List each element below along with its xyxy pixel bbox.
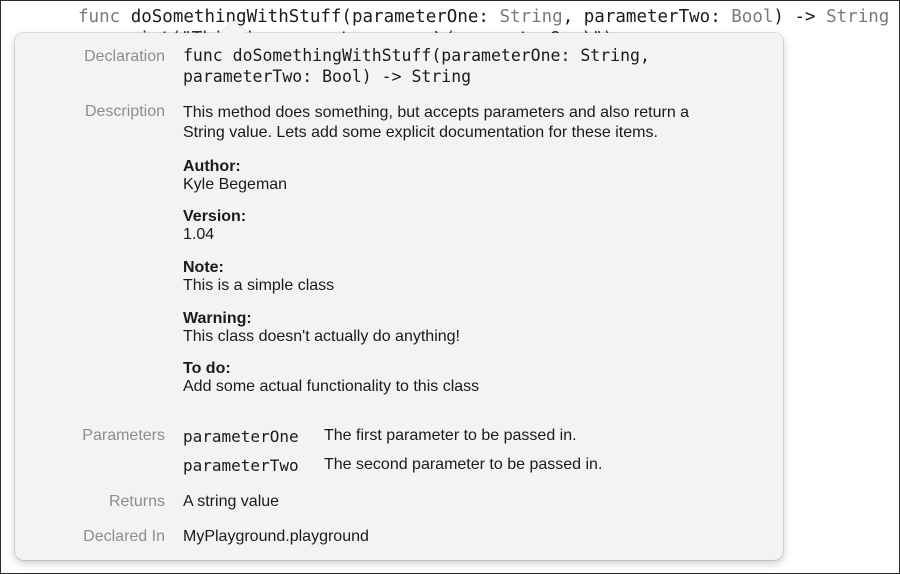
- code-return-type: String: [826, 7, 890, 27]
- note-value: This is a simple class: [183, 277, 335, 294]
- code-line-function-signature[interactable]: func doSomethingWithStuff(parameterOne: …: [78, 7, 899, 27]
- parameter-two-description: The second parameter to be passed in.: [324, 456, 603, 473]
- note-section: Note: This is a simple class: [183, 259, 334, 295]
- code-type-string: String: [499, 7, 563, 27]
- declaration-line-1: func doSomethingWithStuff(parameterOne: …: [183, 46, 650, 65]
- note-heading: Note:: [183, 259, 224, 276]
- parameter-one-name: parameterOne: [183, 427, 299, 446]
- version-heading: Version:: [183, 208, 247, 225]
- warning-value: This class doesn't actually do anything!: [183, 328, 460, 345]
- warning-heading: Warning:: [183, 310, 252, 327]
- code-type-bool: Bool: [731, 7, 774, 27]
- declaration-label: Declaration: [84, 48, 165, 65]
- todo-heading: To do:: [183, 360, 231, 377]
- description-label: Description: [84, 103, 165, 120]
- editor-window: func doSomethingWithStuff(parameterOne: …: [0, 0, 900, 574]
- declaration-value[interactable]: func doSomethingWithStuff(parameterOne: …: [183, 45, 650, 87]
- code-param-one: (parameterOne:: [341, 7, 500, 27]
- todo-section: To do: Add some actual functionality to …: [183, 360, 479, 396]
- code-keyword: func: [78, 7, 121, 27]
- declaration-line-2: parameterTwo: Bool) -> String: [183, 67, 472, 86]
- quick-help-popover: Declaration func doSomethingWithStuff(pa…: [15, 20, 783, 560]
- author-heading: Author:: [183, 158, 241, 175]
- code-return-arrow: ) ->: [773, 7, 827, 27]
- author-section: Author: Kyle Begeman: [183, 158, 287, 194]
- code-open-brace: {: [889, 7, 899, 27]
- declared-in-link[interactable]: MyPlayground.playground: [183, 528, 369, 546]
- version-value: 1.04: [183, 226, 215, 243]
- description-line-2: String value. Lets add some explicit doc…: [183, 124, 658, 141]
- returns-value: A string value: [183, 493, 280, 510]
- description-line-1: This method does something, but accepts …: [183, 104, 690, 121]
- warning-section: Warning: This class doesn't actually do …: [183, 310, 460, 346]
- code-param-two: , parameterTwo:: [562, 7, 732, 27]
- author-value: Kyle Begeman: [183, 176, 288, 193]
- popover-arrow-mask: [215, 33, 255, 45]
- parameter-two-name: parameterTwo: [183, 456, 299, 475]
- version-section: Version: 1.04: [183, 208, 246, 244]
- todo-value: Add some actual functionality to this cl…: [183, 378, 480, 395]
- declared-in-label: Declared In: [83, 528, 165, 545]
- returns-label: Returns: [108, 493, 165, 510]
- parameter-one-description: The first parameter to be passed in.: [324, 427, 577, 444]
- parameters-label: Parameters: [82, 427, 165, 444]
- description-value: This method does something, but accepts …: [183, 103, 689, 143]
